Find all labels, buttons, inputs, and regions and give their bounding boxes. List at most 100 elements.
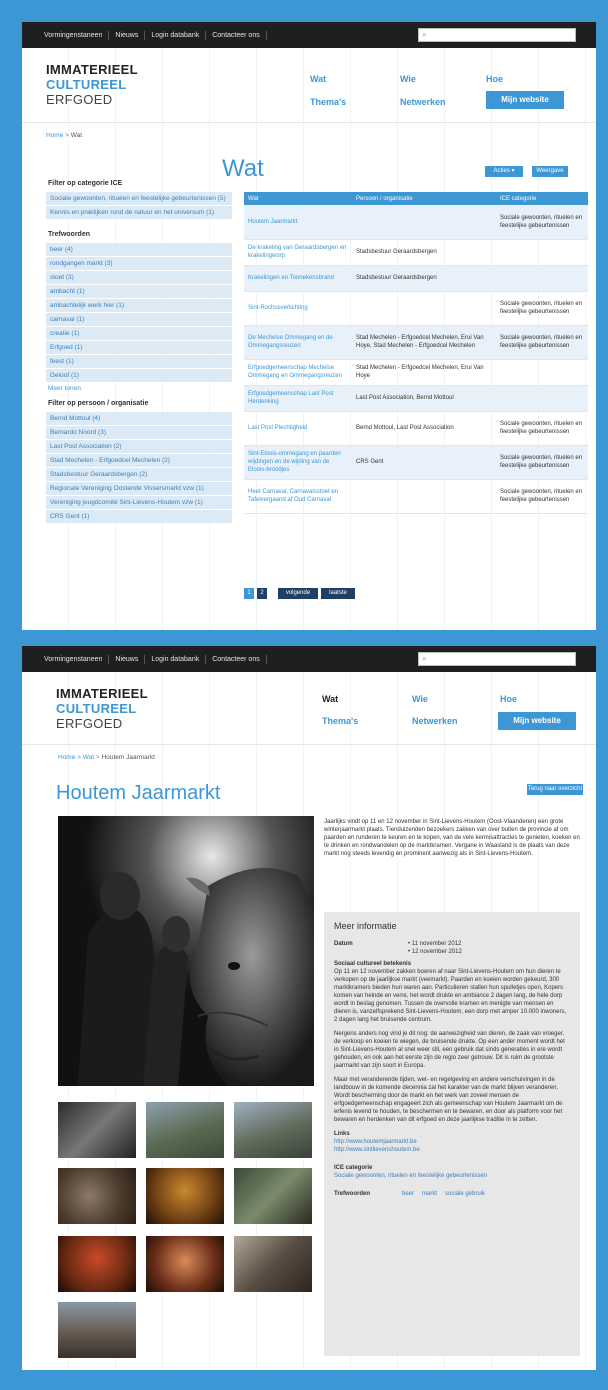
filter-tag-item[interactable]: stoet (3) [46, 271, 232, 284]
thumbnail-3[interactable] [234, 1102, 312, 1158]
filter-category-item[interactable]: Sociale gewoonten, rituelen en feestelij… [46, 192, 232, 205]
thumbnail-9[interactable] [234, 1236, 312, 1292]
breadcrumb-wat[interactable]: Wat [83, 754, 94, 761]
top-link-login[interactable]: Login databank [145, 30, 207, 40]
tag-link-1[interactable]: beer [402, 1190, 414, 1198]
cell-wat[interactable]: Heet Carnaval, Carnavalsstoet en Tafelve… [244, 479, 352, 514]
filter-person-item[interactable]: Vereniging jeugdcomité Sint-Lievens-Hout… [46, 496, 232, 509]
cell-persoon: Stad Mechelen - Erfgoedcel Mechelen, Eru… [352, 359, 496, 386]
page-1-button[interactable]: 1 [244, 588, 254, 599]
thumbnail-7[interactable] [58, 1236, 136, 1292]
thumbnail-6[interactable] [234, 1168, 312, 1224]
filter-tag-item[interactable]: Geloof (1) [46, 369, 232, 382]
filter-tag-item[interactable]: ambachtelijk werk hier (1) [46, 299, 232, 312]
thumbnail-5[interactable] [146, 1168, 224, 1224]
thumbnail-1[interactable] [58, 1102, 136, 1158]
link-sintlievenshoutem[interactable]: http://www.sintlievenshoutem.be [334, 1146, 570, 1154]
nav-themas[interactable]: Thema's [310, 97, 346, 107]
tag-link-3[interactable]: sociale gebruik [445, 1190, 485, 1198]
mijn-website-button[interactable]: Mijn website [498, 712, 576, 730]
top-link-nieuws[interactable]: Nieuws [109, 654, 146, 664]
nav-hoe[interactable]: Hoe [500, 694, 517, 704]
mijn-website-button[interactable]: Mijn website [486, 91, 564, 109]
top-link-contact[interactable]: Contacteer ons [206, 30, 267, 40]
filter-tag-item[interactable]: beer (4) [46, 243, 232, 256]
table-row[interactable]: De krakeling van Geraardsbergen en krake… [244, 239, 588, 266]
breadcrumb: Home > Wat [46, 132, 82, 139]
filter-tag-item[interactable]: feest (1) [46, 355, 232, 368]
filter-category-item[interactable]: Kennis en praktijken rond de natuur en h… [46, 206, 232, 219]
table-row[interactable]: Erfgoedgemeenschap Last Post Herdenking L… [244, 385, 588, 412]
thumbnail-8[interactable] [146, 1236, 224, 1292]
nav-wie[interactable]: Wie [412, 694, 428, 704]
nav-wie[interactable]: Wie [400, 74, 416, 84]
search-input[interactable]: ⌕ [418, 28, 576, 42]
filter-tag-item[interactable]: Erfgoed (1) [46, 341, 232, 354]
top-link-vormingen[interactable]: Vormingenstaneen [38, 30, 110, 40]
cell-wat[interactable]: De krakeling van Geraardsbergen en krake… [244, 239, 352, 266]
thumbnail-2[interactable] [146, 1102, 224, 1158]
table-row[interactable]: Last Post Plechtigheid Bernd Mottoul, Las… [244, 411, 588, 446]
table-row[interactable]: Houtem Jaarmarkt Sociale gewoonten, ritue… [244, 205, 588, 240]
table-row[interactable]: Sint-Rochusverlichting Sociale gewoonten,… [244, 291, 588, 326]
column-header-categorie[interactable]: ICE categorie [496, 192, 588, 205]
filter-person-item[interactable]: Last Post Association (2) [46, 440, 232, 453]
filter-person-item[interactable]: Stadsbestuur Geraardsbergen (2) [46, 468, 232, 481]
cell-wat[interactable]: Krakelingen en Tonnekensbrand [244, 265, 352, 292]
filter-person-item[interactable]: Bernardo Noord (3) [46, 426, 232, 439]
link-houtemjaarmarkt[interactable]: http://www.houtemjaarmarkt.be [334, 1138, 570, 1146]
search-input[interactable]: ⌕ [418, 652, 576, 666]
table-row[interactable]: Heet Carnaval, Carnavalsstoet en Tafelve… [244, 479, 588, 514]
cell-wat[interactable]: De Mechelse Ommegang en de Ommegangsreuz… [244, 325, 352, 360]
column-header-persoon[interactable]: Persoon / organisatie [352, 192, 496, 205]
cell-wat[interactable]: Last Post Plechtigheid [244, 411, 352, 446]
last-page-button[interactable]: laatste [321, 588, 355, 599]
cell-wat[interactable]: Sint-Eloois-ommegang en paarden wijdinge… [244, 445, 352, 480]
next-page-button[interactable]: volgende [278, 588, 318, 599]
cow-photo-image [58, 816, 314, 1086]
top-link-contact[interactable]: Contacteer ons [206, 654, 267, 664]
table-row[interactable]: Sint-Eloois-ommegang en paarden wijdinge… [244, 445, 588, 480]
cell-wat[interactable]: Sint-Rochusverlichting [244, 291, 352, 326]
main-photo-cow[interactable] [58, 816, 314, 1086]
filter-person-item[interactable]: Regionale Vereniging Oostende Vissersmar… [46, 482, 232, 495]
top-link-login[interactable]: Login databank [145, 654, 207, 664]
nav-hoe[interactable]: Hoe [486, 74, 503, 84]
cell-wat[interactable]: Erfgoedgemeenschap Last Post Herdenking [244, 385, 352, 412]
filter-tag-item[interactable]: carnaval (1) [46, 313, 232, 326]
site-logo[interactable]: IMMATERIEEL CULTUREEL ERFGOED [46, 62, 138, 107]
ice-category-link[interactable]: Sociale gewoonten, rituelen en feestelij… [334, 1172, 570, 1180]
actions-button[interactable]: Acties ▾ [485, 166, 523, 177]
top-link-vormingen[interactable]: Vormingenstaneen [38, 654, 110, 664]
show-more-link[interactable]: Meer tonen [48, 385, 230, 392]
cell-categorie: Sociale gewoonten, rituelen en feestelij… [496, 325, 588, 360]
thumbnail-4[interactable] [58, 1168, 136, 1224]
cell-wat[interactable]: Houtem Jaarmarkt [244, 205, 352, 240]
table-row[interactable]: Erfgoedgemeenschap Mechelse Ommegang en … [244, 359, 588, 386]
filter-tag-item[interactable]: rondgangen markt (3) [46, 257, 232, 270]
nav-wat[interactable]: Wat [322, 694, 338, 704]
back-to-overview-button[interactable]: Terug naar overzicht [527, 784, 583, 795]
nav-netwerken[interactable]: Netwerken [412, 716, 458, 726]
table-row[interactable]: Krakelingen en Tonnekensbrand Stadsbestuu… [244, 265, 588, 292]
column-header-wat[interactable]: Wat [244, 192, 352, 205]
site-logo[interactable]: IMMATERIEEL CULTUREEL ERFGOED [56, 686, 148, 731]
cell-wat[interactable]: Erfgoedgemeenschap Mechelse Ommegang en … [244, 359, 352, 386]
cell-persoon [352, 205, 496, 240]
filter-person-item[interactable]: Stad Mechelen - Erfgoedcel Mechelen (2) [46, 454, 232, 467]
nav-themas[interactable]: Thema's [322, 716, 358, 726]
filter-tag-item[interactable]: ambacht (1) [46, 285, 232, 298]
top-link-nieuws[interactable]: Nieuws [109, 30, 146, 40]
table-row[interactable]: De Mechelse Ommegang en de Ommegangsreuz… [244, 325, 588, 360]
nav-netwerken[interactable]: Netwerken [400, 97, 446, 107]
tag-link-2[interactable]: markt [422, 1190, 437, 1198]
breadcrumb-home[interactable]: Home [58, 754, 75, 761]
view-button[interactable]: Weergave [532, 166, 568, 177]
thumbnail-10[interactable] [58, 1302, 136, 1358]
breadcrumb-home[interactable]: Home [46, 132, 63, 139]
filter-person-item[interactable]: CRS Gent (1) [46, 510, 232, 523]
nav-wat[interactable]: Wat [310, 74, 326, 84]
page-2-button[interactable]: 2 [257, 588, 267, 599]
filter-person-item[interactable]: Bernd Mottoul (4) [46, 412, 232, 425]
filter-tag-item[interactable]: creatie (1) [46, 327, 232, 340]
